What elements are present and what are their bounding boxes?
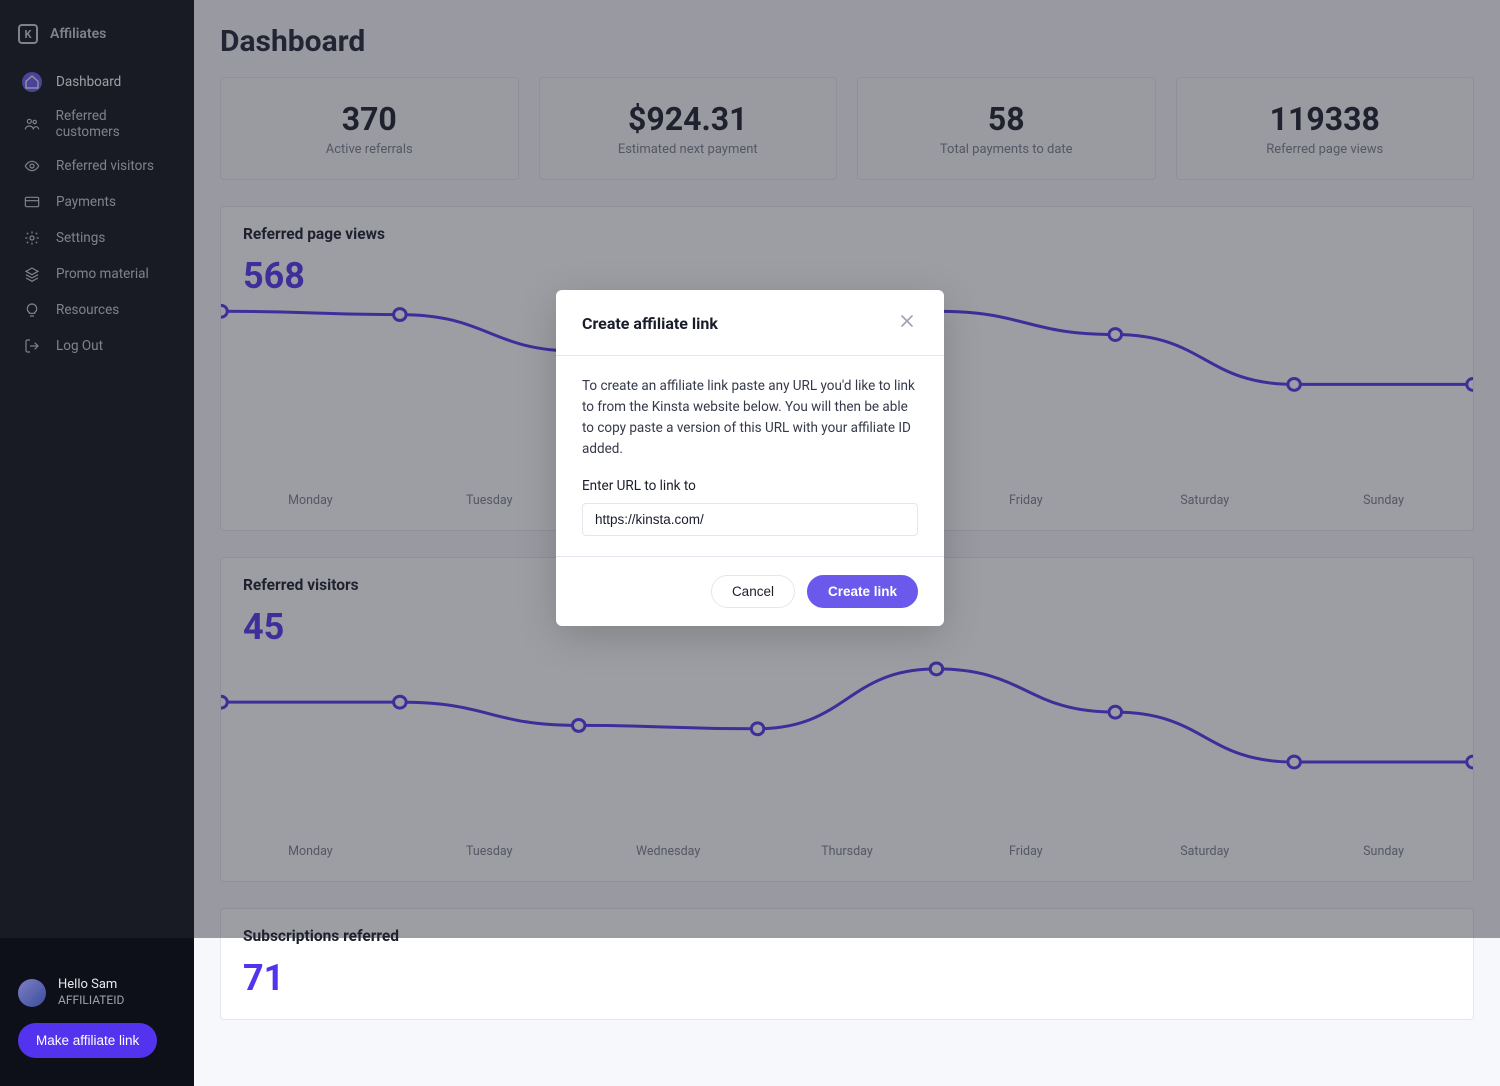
modal-description: To create an affiliate link paste any UR… <box>582 376 918 460</box>
modal-title: Create affiliate link <box>582 314 718 333</box>
user-affiliate-id: AFFILIATEID <box>58 993 124 1009</box>
create-link-button[interactable]: Create link <box>807 575 918 608</box>
modal-overlay[interactable]: Create affiliate link To create an affil… <box>0 0 1500 938</box>
modal-header: Create affiliate link <box>556 290 944 356</box>
modal-footer: Cancel Create link <box>556 556 944 626</box>
user-block: Hello Sam AFFILIATEID <box>18 977 176 1009</box>
card-headline-value: 71 <box>243 957 1451 999</box>
user-greeting: Hello Sam <box>58 977 124 994</box>
avatar <box>18 979 46 1007</box>
url-input[interactable] <box>582 503 918 536</box>
modal-body: To create an affiliate link paste any UR… <box>556 356 944 556</box>
cancel-button[interactable]: Cancel <box>711 575 795 608</box>
make-affiliate-link-button[interactable]: Make affiliate link <box>18 1023 157 1058</box>
create-affiliate-link-modal: Create affiliate link To create an affil… <box>556 290 944 626</box>
user-hello: Hello Sam AFFILIATEID <box>58 977 124 1009</box>
url-input-label: Enter URL to link to <box>582 476 918 497</box>
sidebar-footer: Hello Sam AFFILIATEID Make affiliate lin… <box>0 963 194 1072</box>
close-icon[interactable] <box>896 310 918 337</box>
